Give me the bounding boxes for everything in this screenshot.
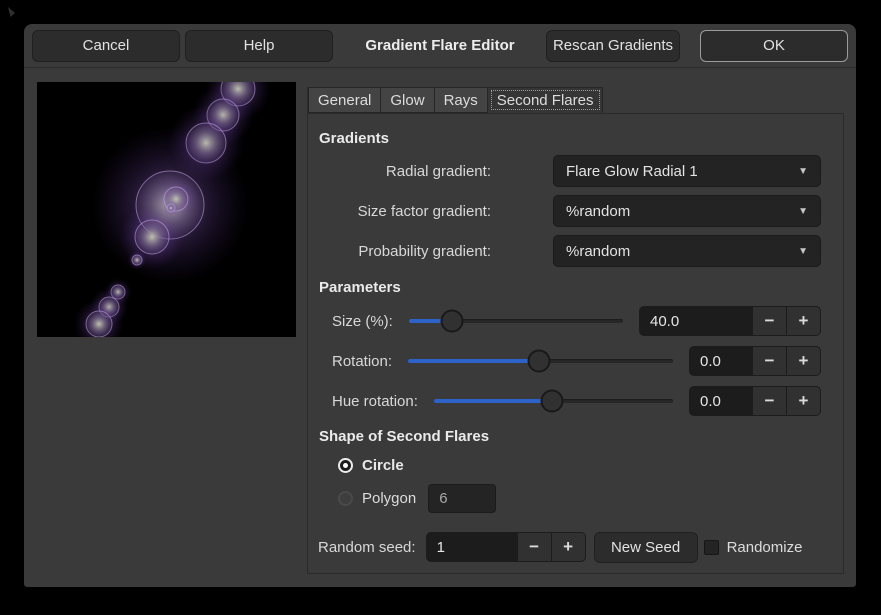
size-factor-gradient-label: Size factor gradient: [318, 203, 491, 220]
random-seed-row: Random seed: − + New Seed Randomize [318, 531, 821, 563]
size-factor-gradient-row: Size factor gradient: %random ▼ [318, 195, 821, 227]
plus-icon[interactable]: + [551, 533, 585, 561]
radial-gradient-value: Flare Glow Radial 1 [566, 163, 698, 180]
randomize-label[interactable]: Randomize [727, 539, 803, 556]
rescan-gradients-button[interactable]: Rescan Gradients [546, 30, 680, 62]
gradients-heading: Gradients [319, 130, 821, 147]
probability-gradient-value: %random [566, 243, 630, 260]
probability-gradient-select[interactable]: %random ▼ [553, 235, 821, 267]
slider-knob[interactable] [528, 350, 551, 373]
probability-gradient-row: Probability gradient: %random ▼ [318, 235, 821, 267]
tab-general[interactable]: General [308, 87, 381, 113]
shape-option-polygon[interactable]: Polygon [338, 483, 821, 513]
rotation-row: Rotation: − + [318, 346, 821, 376]
rotation-input[interactable] [690, 347, 752, 375]
circle-label[interactable]: Circle [362, 457, 404, 474]
tab-rays[interactable]: Rays [435, 87, 488, 113]
size-input[interactable] [640, 307, 752, 335]
probability-gradient-label: Probability gradient: [318, 243, 491, 260]
tab-strip: General Glow Rays Second Flares [307, 87, 844, 113]
cursor-artifact [8, 7, 15, 17]
plus-icon[interactable]: + [786, 347, 820, 375]
rotation-spinbox: − + [689, 346, 821, 376]
size-spinbox: − + [639, 306, 821, 336]
flare-preview-image [37, 82, 296, 337]
shape-heading: Shape of Second Flares [319, 428, 821, 445]
radio-polygon[interactable] [338, 491, 353, 506]
slider-fill [434, 399, 552, 403]
chevron-down-icon: ▼ [798, 206, 808, 217]
random-seed-input[interactable] [427, 533, 517, 561]
size-factor-gradient-select[interactable]: %random ▼ [553, 195, 821, 227]
chevron-down-icon: ▼ [798, 166, 808, 177]
size-label: Size (%): [332, 313, 393, 330]
size-row: Size (%): − + [318, 306, 821, 336]
hue-rotation-spinbox: − + [689, 386, 821, 416]
hue-rotation-label: Hue rotation: [332, 393, 418, 410]
second-flares-panel: Gradients Radial gradient: Flare Glow Ra… [307, 113, 844, 574]
dialog-header: Cancel Help Gradient Flare Editor Rescan… [24, 24, 856, 68]
minus-icon[interactable]: − [752, 347, 786, 375]
radio-dot-icon [343, 463, 348, 468]
new-seed-button[interactable]: New Seed [594, 532, 698, 563]
radial-gradient-select[interactable]: Flare Glow Radial 1 ▼ [553, 155, 821, 187]
slider-knob[interactable] [440, 310, 463, 333]
cancel-button[interactable]: Cancel [32, 30, 180, 62]
random-seed-label: Random seed: [318, 539, 416, 556]
minus-icon[interactable]: − [752, 387, 786, 415]
rotation-slider[interactable] [408, 346, 673, 376]
polygon-label[interactable]: Polygon [362, 490, 416, 507]
flare-preview [37, 82, 296, 337]
minus-icon[interactable]: − [752, 307, 786, 335]
rotation-label: Rotation: [332, 353, 392, 370]
gradient-flare-editor-dialog: Cancel Help Gradient Flare Editor Rescan… [24, 24, 856, 587]
tab-glow[interactable]: Glow [381, 87, 434, 113]
settings-notebook: General Glow Rays Second Flares Gradient… [307, 87, 844, 574]
size-factor-gradient-value: %random [566, 203, 630, 220]
minus-icon[interactable]: − [517, 533, 551, 561]
radio-circle[interactable] [338, 458, 353, 473]
radial-gradient-row: Radial gradient: Flare Glow Radial 1 ▼ [318, 155, 821, 187]
hue-rotation-input[interactable] [690, 387, 752, 415]
plus-icon[interactable]: + [786, 387, 820, 415]
tab-second-flares[interactable]: Second Flares [488, 87, 604, 113]
plus-icon[interactable]: + [786, 307, 820, 335]
parameters-heading: Parameters [319, 279, 821, 296]
randomize-checkbox[interactable] [704, 540, 719, 555]
chevron-down-icon: ▼ [798, 246, 808, 257]
slider-fill [408, 359, 539, 363]
hue-rotation-row: Hue rotation: − + [318, 386, 821, 416]
polygon-sides-input[interactable] [428, 484, 496, 513]
help-button[interactable]: Help [185, 30, 333, 62]
slider-knob[interactable] [541, 390, 564, 413]
size-slider[interactable] [409, 306, 623, 336]
random-seed-spinbox: − + [426, 532, 586, 562]
radial-gradient-label: Radial gradient: [318, 163, 491, 180]
shape-option-circle[interactable]: Circle [338, 455, 821, 475]
ok-button[interactable]: OK [700, 30, 848, 62]
hue-rotation-slider[interactable] [434, 386, 673, 416]
